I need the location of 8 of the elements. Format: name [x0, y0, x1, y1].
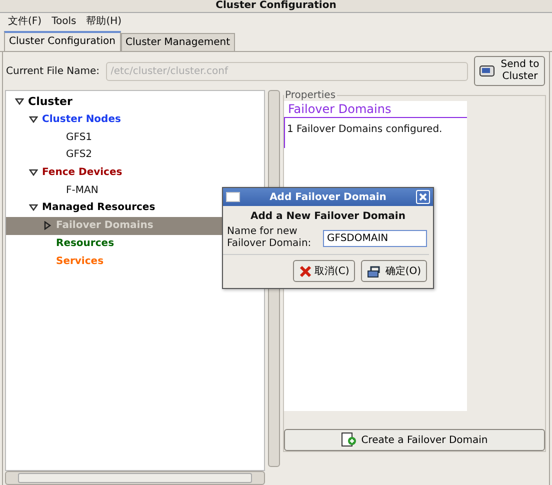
- properties-legend: Properties: [284, 90, 337, 101]
- properties-text: 1 Failover Domains configured.: [284, 118, 467, 148]
- properties-title: Failover Domains: [284, 101, 467, 118]
- file-name-label: Current File Name:: [6, 66, 100, 76]
- dialog-heading: Add a New Failover Domain: [250, 210, 406, 224]
- dialog-title: Add Failover Domain: [268, 192, 388, 202]
- domain-name-label: Name for new Failover Domain:: [227, 226, 312, 250]
- window-title: Cluster Configuration: [216, 0, 336, 12]
